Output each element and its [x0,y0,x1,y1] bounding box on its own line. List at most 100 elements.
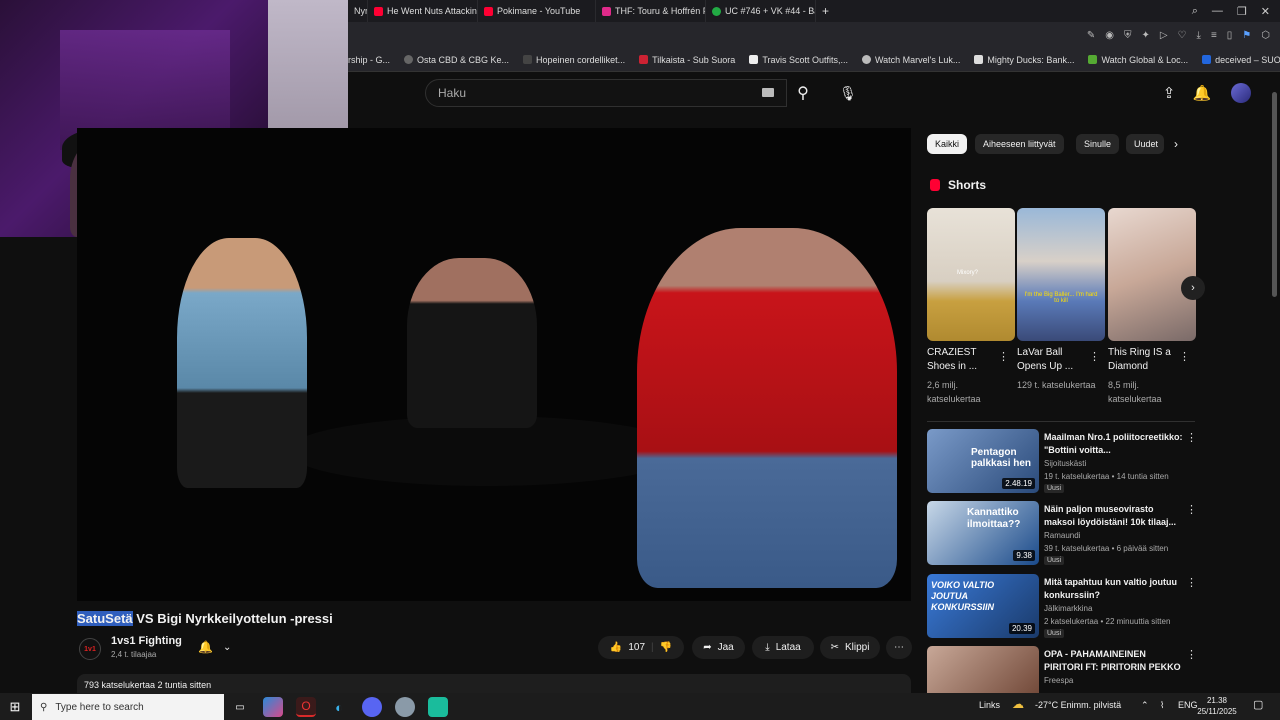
search-input[interactable]: Haku [425,79,787,107]
short-title[interactable]: CRAZIEST Shoes in ... [927,346,997,374]
browser-tab[interactable]: UC #746 + VK #44 - Bamb [706,0,816,22]
channel-name[interactable]: Sijoituskästi [1044,459,1086,468]
video-thumbnail[interactable]: Pentagon palkkasi hen 2.48.19 [927,429,1039,493]
video-title[interactable]: OPA - PAHAMAINEINEN PIRITORI FT: PIRITOR… [1044,648,1184,674]
new-tab-button[interactable]: + [816,0,835,22]
recommended-video[interactable]: OPA - PAHAMAINEINEN PIRITORI FT: PIRITOR… [927,646,1195,693]
bookmark-item[interactable]: deceived – SUORAT... [1202,55,1280,65]
links-toolbar[interactable]: Links [979,700,1000,710]
avatar[interactable] [1231,83,1251,103]
dislike-button[interactable]: 👎 [660,642,672,653]
channel-name[interactable]: Ramaundi [1044,531,1080,540]
chip-new[interactable]: Uudet [1126,134,1164,154]
browser-tab[interactable]: Pokimane - YouTube [478,0,596,22]
app-icon[interactable] [395,697,415,717]
channel-avatar[interactable]: 1v1 [79,638,101,660]
bell-icon[interactable]: 🔔 [1193,84,1212,102]
download-button[interactable]: ⤓ Lataa [752,636,814,659]
upload-icon[interactable]: ⇪ [1160,84,1178,102]
discord-icon[interactable] [362,697,382,717]
windows-start-icon[interactable]: ⊞ [4,696,26,718]
app-icon[interactable] [263,697,283,717]
subscription-bell-button[interactable]: 🔔 ⌄ [192,637,242,657]
description-box[interactable]: 793 katselukertaa 2 tuntia sitten [77,674,911,694]
heart-icon[interactable]: ♡ [1178,30,1187,41]
chip-for-you[interactable]: Sinulle [1076,134,1120,154]
notification-icon[interactable]: ▢ [1253,698,1263,711]
page-scrollbar[interactable] [1272,92,1277,297]
recommended-video[interactable]: Kannattiko ilmoittaa?? 9.38 Näin paljon … [927,501,1197,567]
minimize-icon[interactable]: — [1212,5,1223,18]
menu-icon[interactable]: ≡ [1211,30,1217,41]
taskbar-search-input[interactable]: ⚲ Type here to search [32,694,224,720]
chip-related[interactable]: Aiheeseen liittyvät [975,134,1064,154]
more-vertical-icon[interactable]: ⋮ [1179,350,1190,364]
battery-icon[interactable]: ▯ [1227,30,1233,41]
video-thumbnail[interactable] [927,646,1039,693]
weather-text[interactable]: -27°C Enimm. pilvistä [1035,700,1121,710]
video-thumbnail[interactable]: VOIKO VALTIO JOUTUA KONKURSSIIN 20.39 [927,574,1039,638]
weather-icon[interactable]: ☁ [1012,697,1024,711]
short-thumbnail[interactable]: Mixory? [927,208,1015,341]
camera-icon[interactable]: ◉ [1105,30,1114,41]
search-button[interactable]: ⚲ [787,79,819,107]
network-icon[interactable]: ⌇ [1160,700,1164,711]
short-thumbnail[interactable] [1108,208,1196,341]
short-title[interactable]: This Ring IS a Diamond [1108,346,1178,374]
more-vertical-icon[interactable]: ⋮ [1186,503,1197,517]
search-tabs-icon[interactable]: ⌕ [1192,5,1198,18]
video-title[interactable]: Mitä tapahtuu kun valtio joutuu konkurss… [1044,576,1184,602]
chip-kaikki[interactable]: Kaikki [927,134,968,154]
more-vertical-icon[interactable]: ⋮ [1186,648,1195,662]
more-actions-button[interactable]: ⋯ [886,636,912,659]
video-title[interactable]: Maailman Nro.1 poliitocreetikko: "Bottin… [1044,431,1184,457]
bookmark-item[interactable]: Watch Global & Loc... [1088,55,1188,65]
browser-tab[interactable]: Nyrk [348,0,368,22]
edit-icon[interactable]: ✎ [1087,30,1095,41]
like-button[interactable]: 👍 107 [610,642,645,653]
channel-name[interactable]: Jälkimarkkina [1044,604,1092,613]
more-vertical-icon[interactable]: ⋮ [1089,350,1100,364]
opera-browser-icon[interactable]: O [296,697,316,717]
recommended-video[interactable]: VOIKO VALTIO JOUTUA KONKURSSIIN 20.39 Mi… [927,574,1197,640]
app-icon[interactable] [428,697,448,717]
cube-icon[interactable]: ⬡ [1261,30,1270,41]
clock[interactable]: 21.38 25/11/2025 [1195,695,1239,717]
task-view-icon[interactable]: ▭ [230,697,250,717]
shield-icon[interactable]: ⛨ [1124,30,1132,41]
short-title[interactable]: LaVar Ball Opens Up ... [1017,346,1087,374]
chevron-right-icon[interactable]: › [1174,137,1178,151]
voice-search-button[interactable]: 🎙 [834,79,862,107]
more-vertical-icon[interactable]: ⋮ [1186,431,1197,445]
extension-icon[interactable]: ✦ [1141,30,1149,41]
video-thumbnail[interactable]: Kannattiko ilmoittaa?? 9.38 [927,501,1039,565]
bookmark-item[interactable]: Travis Scott Outfits,... [749,55,848,65]
play-icon[interactable]: ▷ [1160,30,1168,41]
browser-tab[interactable]: THF: Touru & Hoffrén For [596,0,706,22]
keyboard-icon[interactable] [762,88,774,97]
share-button[interactable]: ➦ Jaa [692,636,745,659]
extension-blue-icon[interactable]: ⚑ [1242,30,1251,41]
bookmark-item[interactable]: Tilkaista - Sub Suora [639,55,735,65]
bookmark-item[interactable]: Mighty Ducks: Bank... [974,55,1074,65]
clip-button[interactable]: ✂ Klippi [820,636,880,659]
close-icon[interactable]: ✕ [1261,5,1270,18]
more-vertical-icon[interactable]: ⋮ [998,350,1009,364]
bookmark-item[interactable]: Watch Marvel's Luk... [862,55,960,65]
short-thumbnail[interactable]: I'm the Big Baller... I'm hard to kill [1017,208,1105,341]
bookmark-item[interactable]: Osta CBD & CBG Ke... [404,55,509,65]
channel-name[interactable]: Freespa [1044,676,1073,685]
maximize-icon[interactable]: ❐ [1237,5,1247,18]
shorts-next-button[interactable]: › [1181,276,1205,300]
bookmark-item[interactable]: Hopeinen cordelliket... [523,55,625,65]
bookmark-item[interactable]: rship - G... [348,55,390,65]
recommended-video[interactable]: Pentagon palkkasi hen 2.48.19 Maailman N… [927,429,1197,495]
download-icon[interactable]: ⤓ [1197,30,1201,41]
video-player[interactable] [77,128,911,601]
video-title[interactable]: Näin paljon museovirasto maksoi löydöist… [1044,503,1184,529]
channel-name[interactable]: 1vs1 Fighting [111,635,182,647]
browser-tab[interactable]: He Went Nuts Attacking M [368,0,478,22]
edge-browser-icon[interactable]: ◐ [329,697,349,717]
more-vertical-icon[interactable]: ⋮ [1186,576,1197,590]
chevron-up-icon[interactable]: ⌃ [1141,700,1149,711]
